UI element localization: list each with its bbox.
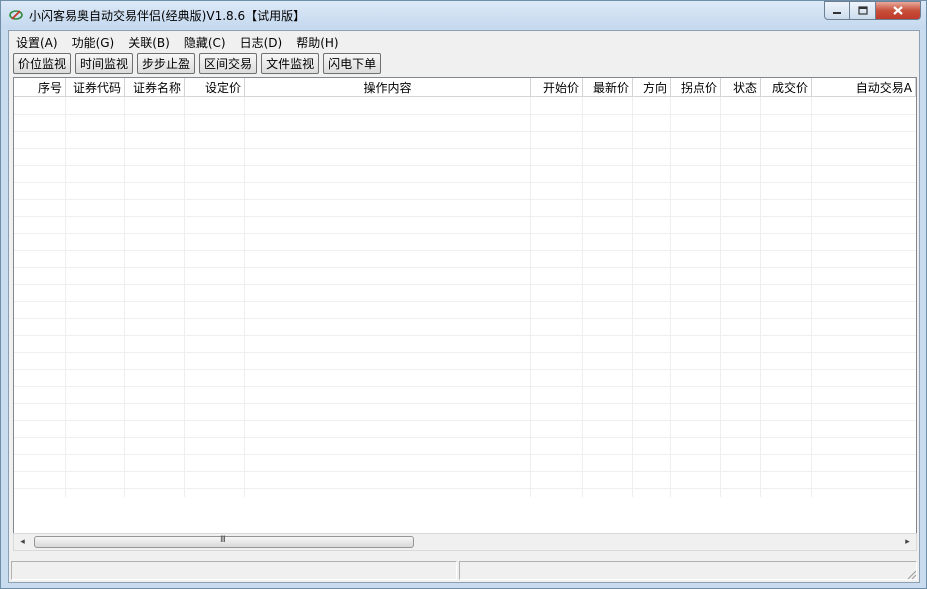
close-button[interactable]	[876, 1, 921, 20]
column-header-set-price[interactable]: 设定价	[185, 78, 245, 96]
quick-order-button[interactable]: 闪电下单	[323, 53, 382, 74]
window-title: 小闪客易奥自动交易伴侣(经典版)V1.8.6【试用版】	[29, 9, 306, 23]
row-gridline	[14, 131, 916, 132]
row-gridline	[14, 420, 916, 421]
column-gridline	[244, 97, 245, 497]
status-panel-right	[459, 561, 917, 580]
minimize-icon	[833, 11, 841, 14]
status-bar	[9, 561, 919, 582]
column-header-index[interactable]: 序号	[14, 78, 66, 96]
toolbar: 价位监视 时间监视 步步止盈 区间交易 文件监视 闪电下单	[9, 52, 919, 76]
range-trade-button[interactable]: 区间交易	[199, 53, 258, 74]
row-gridline	[14, 233, 916, 234]
horizontal-scrollbar[interactable]: ◂ III ▸	[13, 533, 917, 551]
maximize-button[interactable]	[850, 1, 876, 20]
price-monitor-button[interactable]: 价位监视	[13, 53, 72, 74]
menu-link[interactable]: 关联(B)	[121, 31, 177, 51]
column-header-start-price[interactable]: 开始价	[531, 78, 583, 96]
column-gridline	[760, 97, 761, 497]
column-gridline	[582, 97, 583, 497]
column-gridline	[670, 97, 671, 497]
row-gridline	[14, 267, 916, 268]
column-header-status[interactable]: 状态	[721, 78, 761, 96]
row-gridline	[14, 386, 916, 387]
scroll-right-arrow-icon[interactable]: ▸	[899, 534, 916, 550]
trailing-profit-button[interactable]: 步步止盈	[137, 53, 196, 74]
row-gridline	[14, 216, 916, 217]
column-header-direction[interactable]: 方向	[633, 78, 671, 96]
title-bar[interactable]: 小闪客易奥自动交易伴侣(经典版)V1.8.6【试用版】	[1, 1, 926, 29]
column-header-auto-trade[interactable]: 自动交易A	[812, 78, 916, 96]
menu-help[interactable]: 帮助(H)	[289, 31, 345, 51]
row-gridline	[14, 148, 916, 149]
column-header-name[interactable]: 证券名称	[125, 78, 185, 96]
resize-grip-icon[interactable]	[905, 568, 917, 580]
scroll-left-arrow-icon[interactable]: ◂	[14, 534, 31, 550]
table-body	[14, 97, 916, 497]
row-gridline	[14, 471, 916, 472]
row-gridline	[14, 369, 916, 370]
column-header-pivot-price[interactable]: 拐点价	[671, 78, 721, 96]
row-gridline	[14, 301, 916, 302]
maximize-icon	[857, 6, 868, 15]
main-window: 小闪客易奥自动交易伴侣(经典版)V1.8.6【试用版】 设置(A) 功能(G) …	[0, 0, 927, 589]
row-gridline	[14, 437, 916, 438]
column-gridline	[720, 97, 721, 497]
column-gridline	[530, 97, 531, 497]
column-gridline	[65, 97, 66, 497]
status-panel-left	[11, 561, 457, 580]
menu-log[interactable]: 日志(D)	[233, 31, 290, 51]
column-header-latest-price[interactable]: 最新价	[583, 78, 633, 96]
order-table[interactable]: 序号 证券代码 证券名称 设定价 操作内容 开始价 最新价 方向 拐点价 状态 …	[13, 77, 917, 551]
file-monitor-button[interactable]: 文件监视	[261, 53, 320, 74]
column-gridline	[811, 97, 812, 497]
menu-settings[interactable]: 设置(A)	[9, 31, 65, 51]
row-gridline	[14, 454, 916, 455]
row-gridline	[14, 488, 916, 489]
row-gridline	[14, 114, 916, 115]
table-header: 序号 证券代码 证券名称 设定价 操作内容 开始价 最新价 方向 拐点价 状态 …	[14, 78, 916, 97]
row-gridline	[14, 284, 916, 285]
row-gridline	[14, 165, 916, 166]
row-gridline	[14, 335, 916, 336]
column-header-operation[interactable]: 操作内容	[245, 78, 531, 96]
column-gridline	[124, 97, 125, 497]
client-area: 设置(A) 功能(G) 关联(B) 隐藏(C) 日志(D) 帮助(H) 价位监视…	[8, 30, 920, 583]
row-gridline	[14, 403, 916, 404]
window-controls	[824, 1, 921, 20]
menu-function[interactable]: 功能(G)	[65, 31, 122, 51]
close-icon	[893, 6, 903, 15]
column-header-code[interactable]: 证券代码	[66, 78, 125, 96]
scroll-grip: III	[220, 535, 226, 545]
row-gridline	[14, 250, 916, 251]
row-gridline	[14, 352, 916, 353]
time-monitor-button[interactable]: 时间监视	[75, 53, 134, 74]
menu-bar: 设置(A) 功能(G) 关联(B) 隐藏(C) 日志(D) 帮助(H)	[9, 31, 919, 51]
row-gridline	[14, 182, 916, 183]
column-gridline	[632, 97, 633, 497]
column-gridline	[184, 97, 185, 497]
row-gridline	[14, 318, 916, 319]
menu-hide[interactable]: 隐藏(C)	[177, 31, 233, 51]
column-header-fill-price[interactable]: 成交价	[761, 78, 812, 96]
row-gridline	[14, 199, 916, 200]
app-logo-icon	[9, 10, 23, 20]
scroll-thumb[interactable]: III	[34, 535, 414, 548]
minimize-button[interactable]	[824, 1, 850, 20]
